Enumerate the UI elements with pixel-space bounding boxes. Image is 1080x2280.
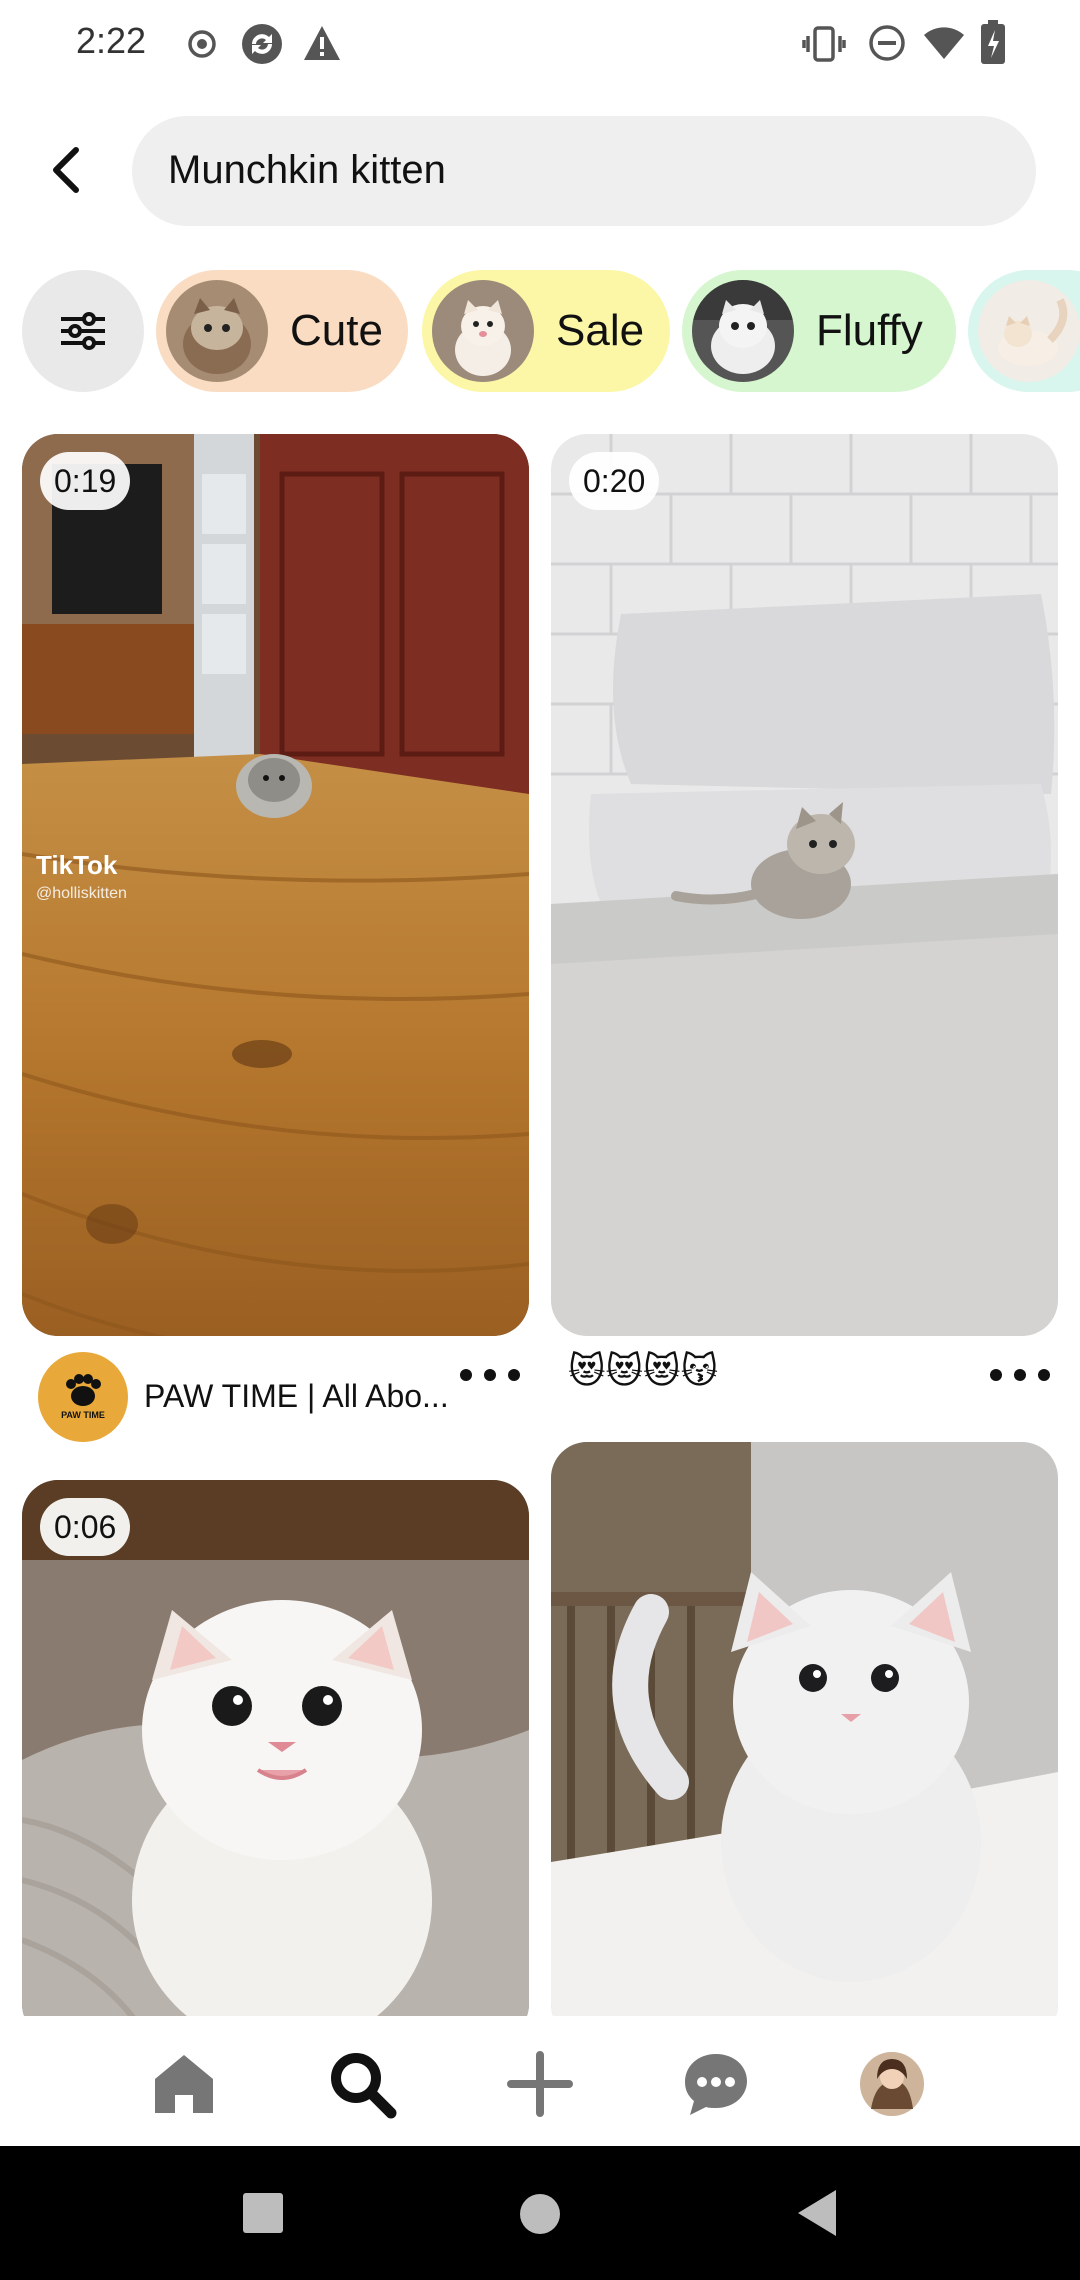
pin-video[interactable]: 0:20: [551, 434, 1058, 1336]
circle-icon: [520, 2194, 560, 2234]
nav-search[interactable]: [322, 2044, 402, 2124]
chip-thumbnail: [692, 280, 794, 382]
chip-label: Sale: [556, 306, 645, 355]
video-duration: 0:19: [40, 452, 131, 510]
sync-icon: [240, 22, 284, 71]
tiktok-watermark: TikTok @holliskitten: [36, 850, 127, 903]
vibrate-icon: [802, 24, 846, 69]
video-duration: 0:20: [569, 452, 660, 510]
status-time: 2:22: [76, 20, 147, 61]
chevron-left-icon: [53, 147, 79, 193]
nav-create[interactable]: [500, 2044, 580, 2124]
home-button[interactable]: [518, 2192, 562, 2241]
square-icon: [243, 2193, 283, 2233]
filter-button[interactable]: [22, 270, 144, 392]
chip-cute[interactable]: Cute: [156, 270, 408, 392]
warning-icon: [302, 24, 342, 67]
dot: [484, 1369, 496, 1381]
sliders-icon: [61, 312, 105, 350]
plus-icon: [507, 2051, 573, 2117]
nav-messages[interactable]: [676, 2044, 756, 2124]
more-options-button[interactable]: [460, 1360, 520, 1390]
wifi-icon: [922, 26, 966, 65]
tiktok-logo: TikTok: [36, 850, 118, 880]
pin-caption[interactable]: 😻😻😻😽: [568, 1350, 718, 1392]
chip-label: Cute: [290, 306, 383, 355]
search-input[interactable]: Munchkin kitten: [132, 116, 1036, 226]
chip-fluffy[interactable]: Fluffy: [682, 270, 956, 392]
nav-profile[interactable]: [852, 2044, 932, 2124]
pin-image: [551, 434, 1058, 1336]
more-options-button[interactable]: [990, 1360, 1050, 1390]
video-duration: 0:06: [40, 1498, 131, 1556]
pin-video[interactable]: 0:19 TikTok @holliskitten: [22, 434, 529, 1336]
back-nav-button[interactable]: [796, 2188, 838, 2243]
avatar-label: PAW TIME: [61, 1410, 105, 1420]
battery-icon: [980, 20, 1006, 69]
creator-name[interactable]: PAW TIME | All Abo...: [144, 1378, 449, 1415]
chip-sale[interactable]: Sale: [422, 270, 670, 392]
avatar: [860, 2052, 924, 2116]
status-bar: 2:22: [0, 0, 1080, 88]
creator-avatar[interactable]: PAW TIME: [38, 1352, 128, 1442]
dot: [1038, 1369, 1050, 1381]
dot: [460, 1369, 472, 1381]
dnd-icon: [868, 24, 906, 67]
home-icon: [155, 2055, 213, 2113]
nav-home[interactable]: [144, 2044, 224, 2124]
tiktok-handle: @holliskitten: [36, 885, 127, 902]
chip-thumbnail: [432, 280, 534, 382]
dot: [990, 1369, 1002, 1381]
chat-icon: [685, 2054, 747, 2115]
chip-thumbnail: [978, 280, 1080, 382]
recents-button[interactable]: [242, 2192, 284, 2239]
chip-more[interactable]: [968, 270, 1080, 392]
pin-image: [22, 1480, 529, 2040]
filter-chip-row: Cute Sale Fluffy: [0, 268, 1080, 392]
paw-icon: [66, 1374, 101, 1406]
search-icon: [331, 2053, 397, 2119]
chip-label: Fluffy: [816, 306, 923, 355]
back-button[interactable]: [40, 138, 92, 202]
chip-thumbnail: [166, 280, 268, 382]
dot: [1014, 1369, 1026, 1381]
record-icon: [186, 28, 218, 65]
pin-image-card[interactable]: [551, 1442, 1058, 2040]
pin-image: [551, 1442, 1058, 2040]
bottom-nav: [0, 2016, 1080, 2146]
search-query: Munchkin kitten: [168, 148, 446, 192]
triangle-back-icon: [798, 2190, 836, 2236]
dot: [508, 1369, 520, 1381]
pin-video[interactable]: 0:06: [22, 1480, 529, 2040]
system-nav-bar: [0, 2146, 1080, 2280]
